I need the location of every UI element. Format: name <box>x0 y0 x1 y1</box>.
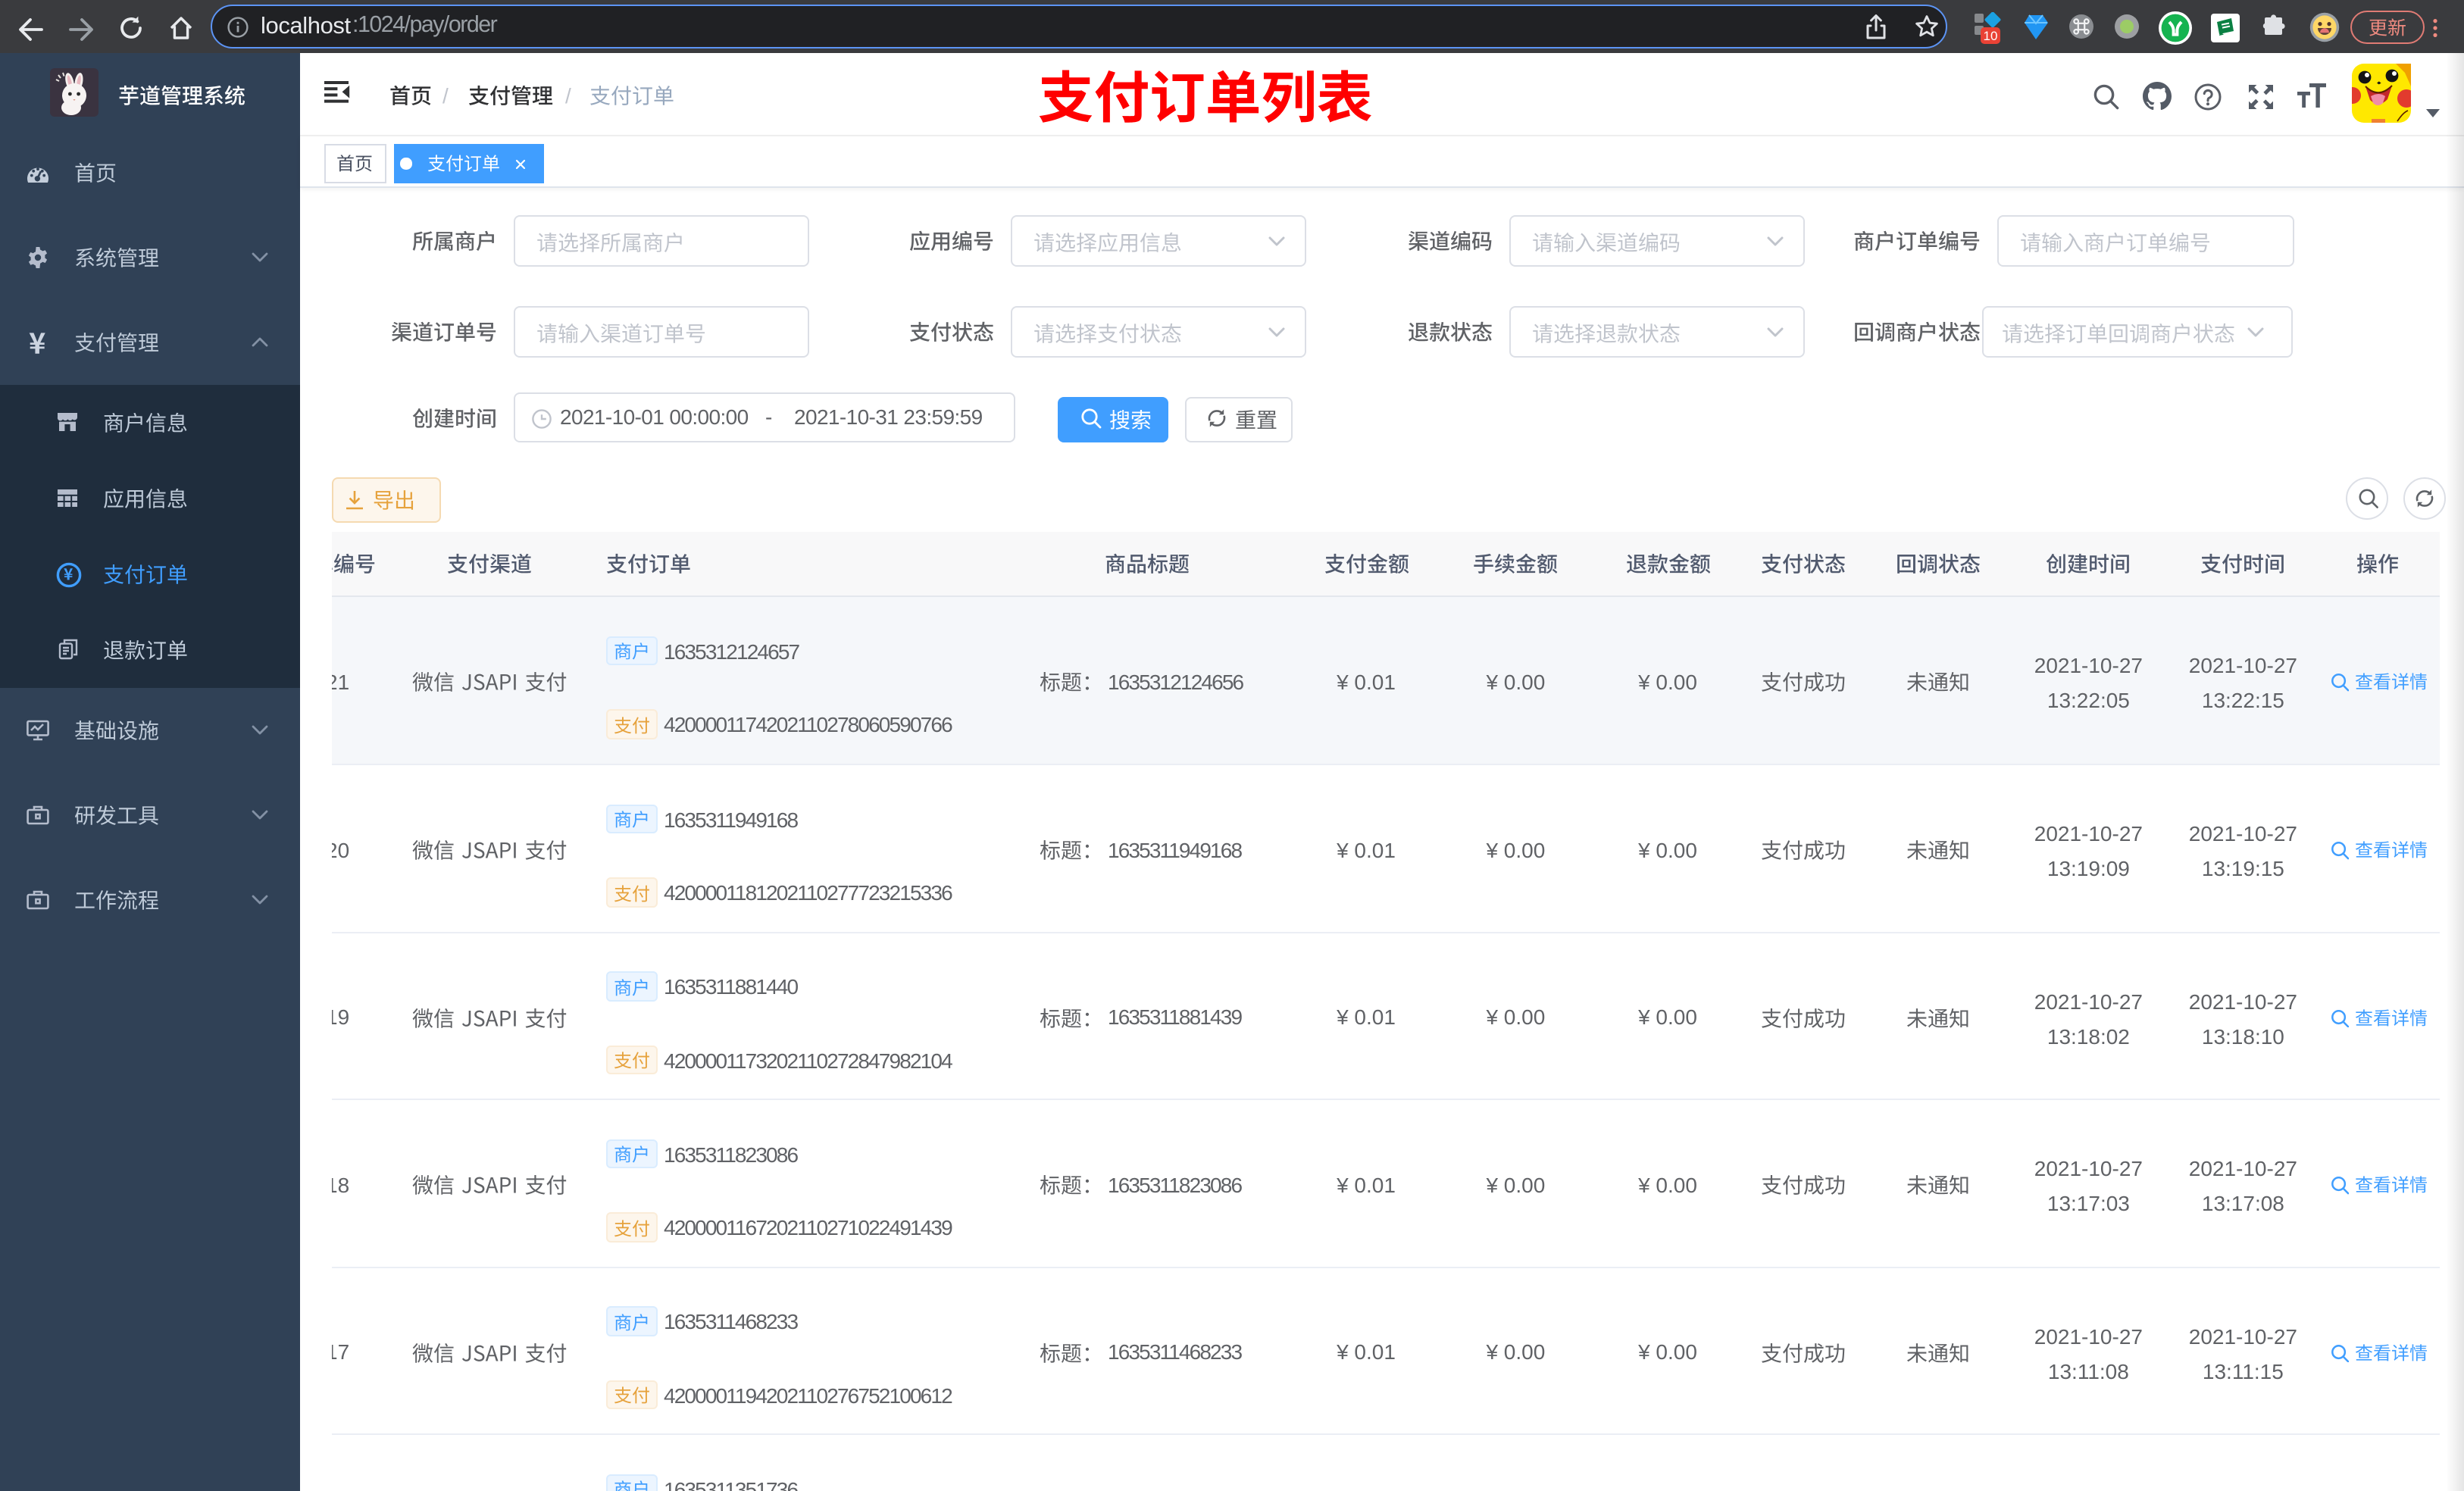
svg-text:10: 10 <box>1984 29 1998 43</box>
